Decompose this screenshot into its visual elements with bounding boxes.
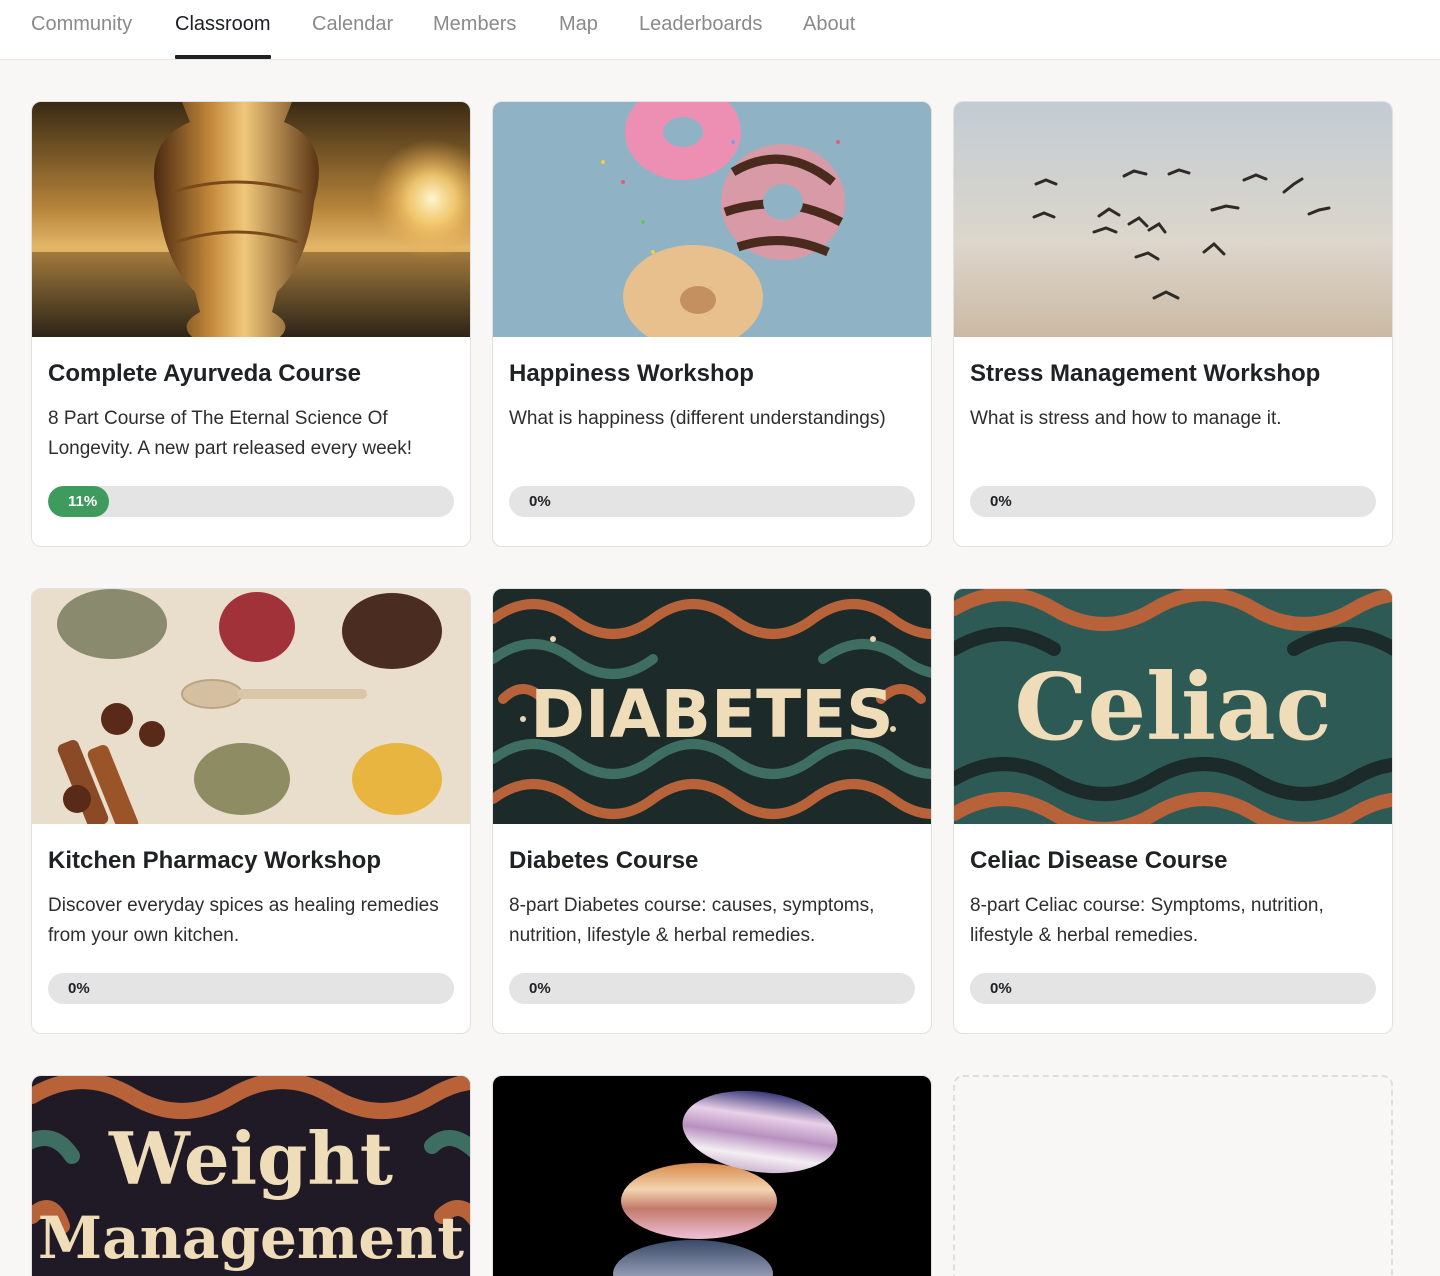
course-title: Diabetes Course (509, 847, 699, 874)
course-thumbnail: DIABETES (493, 589, 931, 824)
course-description: 8 Part Course of The Eternal Science Of … (48, 408, 413, 459)
course-title: Kitchen Pharmacy Workshop (48, 847, 381, 874)
course-progress-bar: 0% (509, 973, 915, 1004)
top-nav: Community Classroom Calendar Members Map… (0, 0, 1440, 60)
progress-label: 0% (990, 980, 1012, 997)
progress-label: 11% (68, 493, 98, 510)
progress-label: 0% (990, 493, 1012, 510)
course-progress-bar: 11% (48, 486, 454, 517)
course-progress-bar: 0% (48, 973, 454, 1004)
course-card-ayurveda[interactable]: Complete Ayurveda Course 8 Part Course o… (31, 101, 471, 547)
course-title: Happiness Workshop (509, 360, 754, 387)
tab-calendar[interactable]: Calendar (312, 0, 393, 60)
course-description: 8-part Celiac course: Symptoms, nutritio… (970, 895, 1324, 946)
tab-label: Members (433, 13, 517, 35)
tab-label: Community (31, 13, 133, 35)
tab-label: Map (559, 13, 598, 35)
course-card-stress[interactable]: Stress Management Workshop What is stres… (953, 101, 1393, 547)
course-description: What is happiness (different understandi… (509, 408, 886, 429)
tab-leaderboards[interactable]: Leaderboards (639, 0, 762, 60)
progress-label: 0% (68, 980, 90, 997)
active-tab-indicator (175, 55, 271, 59)
course-card-weight-management[interactable]: Weight Management (31, 1075, 471, 1276)
course-thumbnail (32, 102, 470, 337)
course-thumbnail (493, 1076, 931, 1276)
course-title: Stress Management Workshop (970, 360, 1321, 387)
course-thumbnail: Weight Management (32, 1076, 470, 1276)
course-title: Celiac Disease Course (970, 847, 1228, 874)
thumbnail-text-line1: Weight (108, 1116, 393, 1201)
course-description: What is stress and how to manage it. (970, 408, 1282, 429)
course-thumbnail: Celiac (954, 589, 1392, 824)
tab-classroom[interactable]: Classroom (175, 0, 271, 60)
course-card-stones[interactable] (492, 1075, 932, 1276)
course-progress-bar: 0% (509, 486, 915, 517)
thumbnail-text: Celiac (1014, 653, 1331, 761)
tab-about[interactable]: About (803, 0, 855, 60)
course-card-kitchen-pharmacy[interactable]: Kitchen Pharmacy Workshop Discover every… (31, 588, 471, 1034)
tab-label: Leaderboards (639, 13, 763, 35)
course-progress-bar: 0% (970, 973, 1376, 1004)
progress-label: 0% (529, 493, 551, 510)
tab-label: Calendar (312, 13, 394, 35)
course-thumbnail (954, 102, 1392, 337)
course-description: Discover everyday spices as healing reme… (48, 895, 439, 946)
course-thumbnail (493, 102, 931, 337)
thumbnail-text-line2: Management (38, 1204, 464, 1272)
empty-card-placeholder (953, 1075, 1393, 1276)
course-description: 8-part Diabetes course: causes, symptoms… (509, 895, 875, 946)
tab-community[interactable]: Community (31, 0, 132, 60)
thumbnail-text: DIABETES (530, 676, 893, 753)
tab-label: Classroom (175, 13, 271, 35)
course-thumbnail (32, 589, 470, 824)
course-title: Complete Ayurveda Course (48, 360, 361, 387)
course-card-diabetes[interactable]: DIABETES Diabetes Course 8-part Diabetes… (492, 588, 932, 1034)
course-card-happiness[interactable]: Happiness Workshop What is happiness (di… (492, 101, 932, 547)
tab-members[interactable]: Members (433, 0, 516, 60)
tab-map[interactable]: Map (559, 0, 598, 60)
tab-label: About (803, 13, 856, 35)
progress-label: 0% (529, 980, 551, 997)
course-progress-bar: 0% (970, 486, 1376, 517)
course-card-celiac[interactable]: Celiac Celiac Disease Course 8-part Celi… (953, 588, 1393, 1034)
